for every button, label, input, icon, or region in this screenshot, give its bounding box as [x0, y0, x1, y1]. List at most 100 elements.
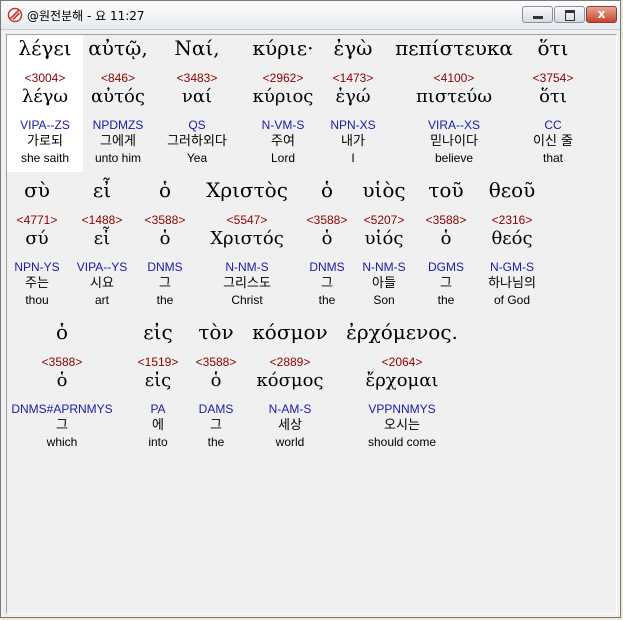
word-block[interactable]: Χριστὸς <5547> Χριστός N-NM-S 그리스도 Chris… — [193, 177, 301, 308]
parsing-code: NPDMZS — [92, 118, 144, 132]
word-block[interactable]: υἱὸς <5207> υἱός N-NM-S 아들 Son — [353, 177, 415, 308]
word-block[interactable]: λέγει <3004> λέγω VIPA--ZS 가로되 she saith — [7, 35, 83, 166]
word-block[interactable]: ὅτι <3754> ὅτι CC 이신 줄 that — [523, 35, 583, 166]
parsing-code: DNMS — [309, 260, 345, 274]
strong-number: <2064> — [381, 355, 423, 369]
app-window: @원전분해 - 요 11:27 x λέγει <3004> λέγω VIPA… — [0, 0, 621, 618]
strong-number: <5547> — [226, 213, 268, 227]
korean-gloss: 그에게 — [100, 134, 136, 149]
korean-gloss: 그리스도 — [223, 276, 271, 291]
greek-word: κόσμον — [252, 320, 328, 344]
lemma: κόσμος — [256, 370, 324, 391]
korean-gloss: 믿나이다 — [430, 134, 478, 149]
greek-word: υἱὸς — [362, 178, 406, 202]
english-gloss: the — [318, 293, 336, 307]
korean-gloss: 그 — [440, 276, 452, 291]
greek-word: αὐτῷ, — [88, 36, 148, 60]
korean-gloss: 시요 — [90, 276, 114, 291]
strong-number: <3588> — [306, 213, 348, 227]
korean-gloss: 그 — [210, 418, 222, 433]
english-gloss: thou — [25, 293, 49, 307]
strong-number: <846> — [100, 71, 136, 85]
word-block[interactable]: πεπίστευκα <4100> πιστεύω VIRA--XS 믿나이다 … — [381, 35, 527, 166]
word-block[interactable]: ἐγὼ <1473> ἐγώ NPN-XS 내가 I — [325, 35, 381, 166]
korean-gloss: 세상 — [278, 418, 302, 433]
greek-word: εἰς — [143, 320, 173, 344]
strong-number: <2962> — [262, 71, 304, 85]
word-block[interactable]: ὁ <3588> ὁ DNMS#APRNMYS 그 which — [7, 319, 117, 450]
korean-gloss: 그러하외다 — [167, 134, 227, 149]
interlinear-panel[interactable]: λέγει <3004> λέγω VIPA--ZS 가로되 she saith… — [6, 34, 617, 614]
english-gloss: the — [156, 293, 174, 307]
greek-word: Χριστὸς — [206, 178, 288, 202]
lemma: εἶ — [93, 228, 111, 249]
word-block[interactable]: ἐρχόμενος. <2064> ἔρχομαι VPPNNMYS 오시는 s… — [337, 319, 467, 450]
word-block[interactable]: Ναί, <3483> ναί QS 그러하외다 Yea — [153, 35, 241, 166]
word-block[interactable]: εἰς <1519> εἰς PA 에 into — [127, 319, 189, 450]
greek-word: τοῦ — [428, 178, 464, 202]
lemma: ὁ — [159, 228, 171, 249]
parsing-code: VIPA--YS — [76, 260, 128, 274]
english-gloss: Yea — [186, 151, 208, 165]
lemma: εἰς — [144, 370, 172, 391]
english-gloss: believe — [434, 151, 474, 165]
parsing-code: VIPA--ZS — [20, 118, 70, 132]
greek-word: λέγει — [18, 36, 72, 60]
maximize-button[interactable] — [554, 6, 585, 23]
parsing-code: N-AM-S — [268, 402, 312, 416]
korean-gloss: 주는 — [25, 276, 49, 291]
strong-number: <3754> — [532, 71, 574, 85]
parsing-code: NPN-YS — [14, 260, 60, 274]
strong-number: <3588> — [41, 355, 83, 369]
word-block[interactable]: τὸν <3588> ὁ DAMS 그 the — [189, 319, 243, 450]
title-bar[interactable]: @원전분해 - 요 11:27 x — [1, 1, 620, 30]
greek-word: ἐγὼ — [333, 36, 373, 60]
greek-word: θεοῦ — [488, 178, 536, 202]
english-gloss: I — [351, 151, 355, 165]
greek-word: τὸν — [198, 320, 234, 344]
strong-number: <3588> — [195, 355, 237, 369]
app-icon — [7, 7, 23, 23]
lemma: πιστεύω — [415, 86, 493, 107]
greek-word: Ναί, — [174, 36, 220, 60]
greek-word: ἐρχόμενος. — [346, 320, 458, 344]
minimize-button[interactable] — [522, 6, 553, 23]
word-block[interactable]: ὁ <3588> ὁ DNMS 그 the — [137, 177, 193, 308]
korean-gloss: 가로되 — [27, 134, 63, 149]
lemma: σύ — [25, 228, 49, 249]
word-block[interactable]: ὁ <3588> ὁ DNMS 그 the — [301, 177, 353, 308]
english-gloss: world — [275, 435, 305, 449]
korean-gloss: 하나님의 — [488, 276, 536, 291]
greek-word: εἶ — [92, 178, 112, 202]
parsing-code: N-VM-S — [261, 118, 305, 132]
english-gloss: art — [94, 293, 109, 307]
lemma: Χριστός — [210, 228, 284, 249]
word-block[interactable]: κύριε· <2962> κύριος N-VM-S 주여 Lord — [241, 35, 325, 166]
korean-gloss: 에 — [152, 418, 164, 433]
strong-number: <1488> — [81, 213, 123, 227]
word-block[interactable]: θεοῦ <2316> θεός N-GM-S 하나님의 of God — [477, 177, 547, 308]
english-gloss: the — [437, 293, 455, 307]
english-gloss: into — [148, 435, 168, 449]
english-gloss: that — [542, 151, 563, 165]
word-block[interactable]: αὐτῷ, <846> αὐτός NPDMZS 그에게 unto him — [83, 35, 153, 166]
word-block[interactable]: εἶ <1488> εἶ VIPA--YS 시요 art — [67, 177, 137, 308]
strong-number: <1519> — [137, 355, 179, 369]
word-block[interactable]: σὺ <4771> σύ NPN-YS 주는 thou — [7, 177, 67, 308]
strong-number: <2889> — [269, 355, 311, 369]
english-gloss: which — [46, 435, 78, 449]
window-title: @원전분해 - 요 11:27 — [27, 9, 145, 23]
greek-word: ὁ — [55, 320, 69, 344]
strong-number: <2316> — [491, 213, 533, 227]
close-button[interactable]: x — [586, 6, 617, 23]
english-gloss: Christ — [231, 293, 263, 307]
parsing-code: NPN-XS — [330, 118, 376, 132]
lemma: ὁ — [321, 228, 333, 249]
word-block[interactable]: τοῦ <3588> ὁ DGMS 그 the — [415, 177, 477, 308]
word-block[interactable]: κόσμον <2889> κόσμος N-AM-S 세상 world — [243, 319, 337, 450]
greek-word: πεπίστευκα — [395, 36, 513, 60]
strong-number: <4771> — [16, 213, 58, 227]
strong-number: <5207> — [363, 213, 405, 227]
english-gloss: of God — [493, 293, 531, 307]
english-gloss: Son — [373, 293, 395, 307]
